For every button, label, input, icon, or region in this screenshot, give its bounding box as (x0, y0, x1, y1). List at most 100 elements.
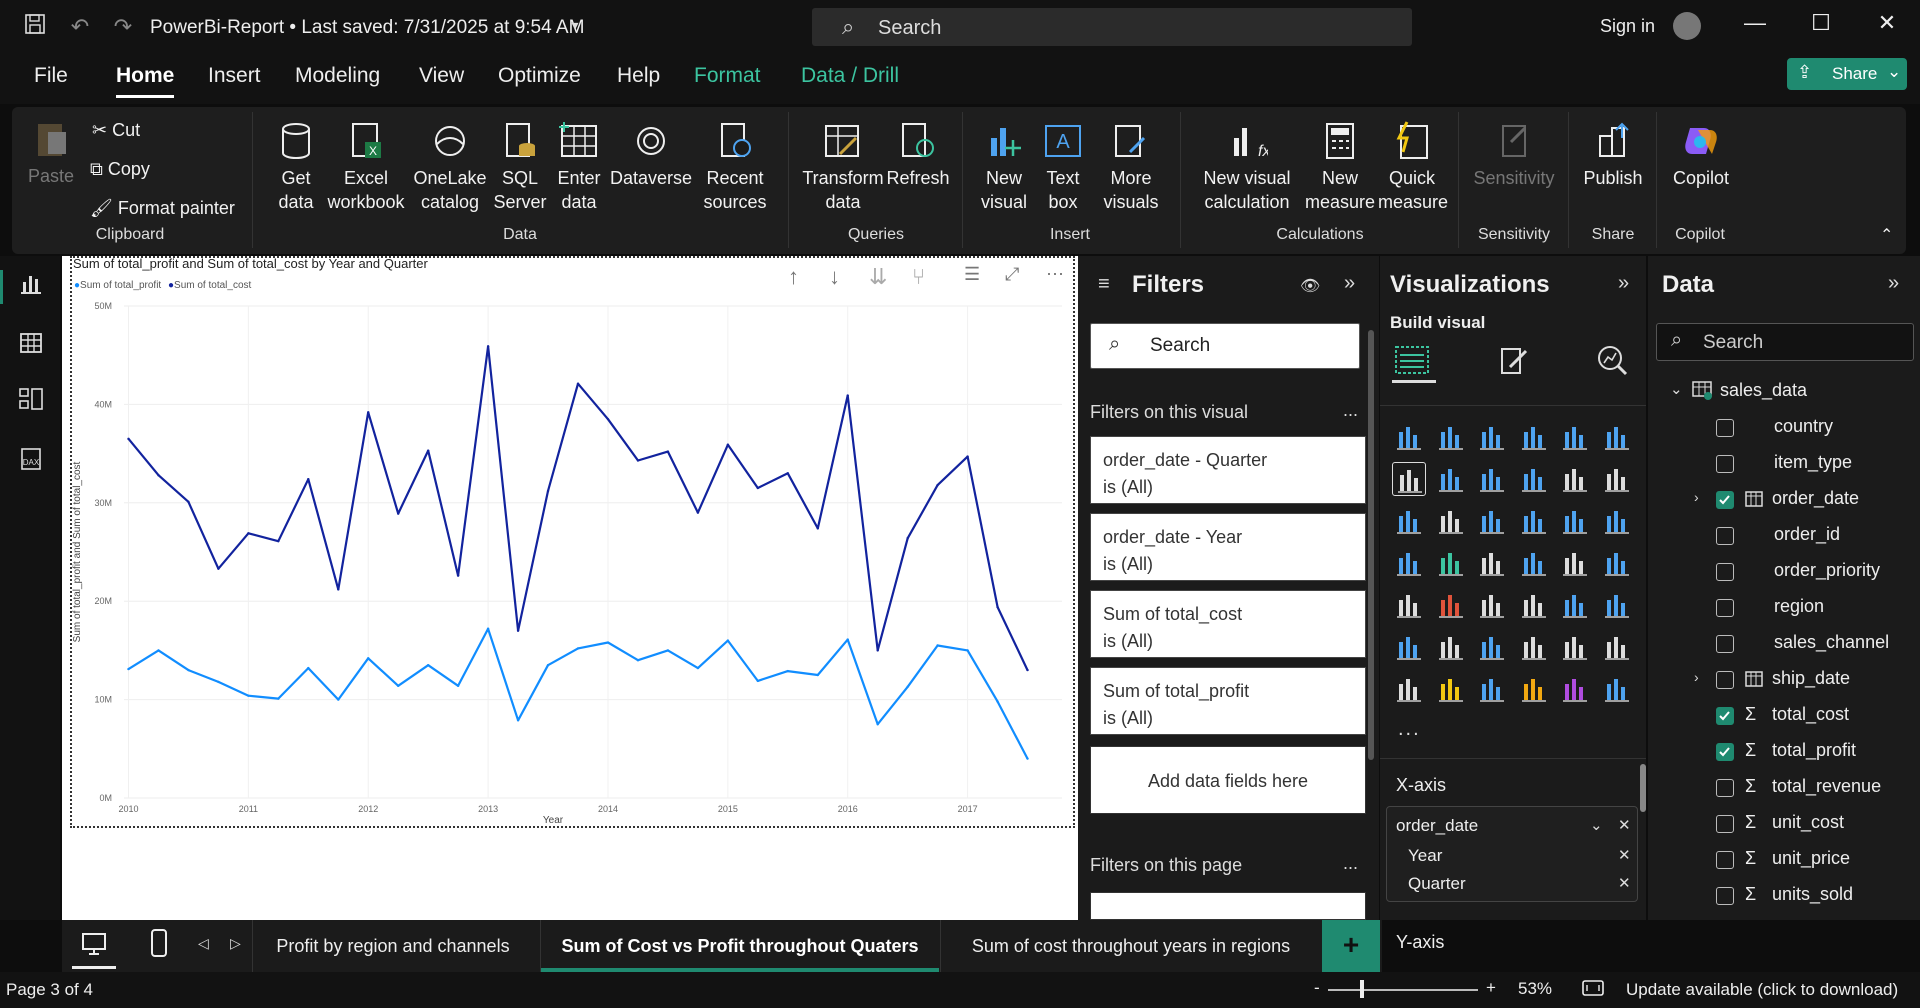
more-visuals-icon[interactable]: ... (1398, 718, 1421, 741)
scroll-tabs-left-icon[interactable]: ◁ (198, 935, 209, 952)
minimize-icon[interactable]: — (1740, 10, 1770, 36)
azure-map-icon[interactable] (1517, 546, 1551, 580)
table-visual-icon[interactable] (1517, 588, 1551, 622)
x-axis-field[interactable]: order_date (1396, 816, 1478, 836)
remove-field-icon[interactable]: ✕ (1618, 816, 1631, 834)
mobile-layout-icon[interactable] (148, 928, 170, 963)
stacked-area-chart-icon[interactable] (1475, 462, 1509, 496)
metrics-icon[interactable] (1517, 672, 1551, 706)
menu-view[interactable]: View (415, 64, 468, 98)
field-checkbox[interactable] (1716, 779, 1734, 797)
key-influencers-icon[interactable] (1434, 630, 1468, 664)
collapse-filters-icon[interactable]: » (1344, 272, 1355, 295)
field-item[interactable]: total_profit (1772, 740, 1856, 761)
field-item[interactable]: order_id (1774, 524, 1840, 545)
field-item[interactable]: item_type (1774, 452, 1852, 473)
diamond-visual-icon[interactable] (1558, 672, 1592, 706)
filled-map-icon[interactable] (1475, 546, 1509, 580)
qa-visual-icon[interactable] (1517, 630, 1551, 664)
close-icon[interactable]: ✕ (1872, 10, 1902, 36)
decomposition-tree-icon[interactable] (1475, 630, 1509, 664)
new-visual-calculation-button[interactable]: fx New visual calculation (1192, 120, 1302, 214)
field-checkbox[interactable] (1716, 851, 1734, 869)
x-axis-subfield-quarter[interactable]: Quarter (1408, 874, 1466, 894)
dax-query-view-icon[interactable]: DAX (14, 446, 48, 480)
sign-in-link[interactable]: Sign in (1600, 16, 1655, 37)
zoom-slider[interactable] (1328, 989, 1478, 991)
data-search-input[interactable]: ⌕ Search (1656, 323, 1914, 361)
field-item[interactable]: region (1774, 596, 1824, 617)
more-visuals-button[interactable]: More visuals (1094, 120, 1168, 214)
recent-sources-button[interactable]: Recent sources (694, 120, 776, 214)
report-view-icon[interactable] (14, 270, 48, 304)
viz-scrollbar[interactable] (1640, 764, 1646, 812)
scroll-tabs-right-icon[interactable]: ▷ (230, 935, 241, 952)
clustered-bar-chart-icon[interactable] (1475, 420, 1509, 454)
menu-insert[interactable]: Insert (204, 64, 265, 98)
collapse-ribbon-icon[interactable]: ⌃ (1880, 224, 1893, 248)
field-item[interactable]: unit_price (1772, 848, 1850, 869)
menu-help[interactable]: Help (613, 64, 664, 98)
format-visual-tab[interactable] (1494, 343, 1534, 382)
field-item[interactable]: country (1774, 416, 1833, 437)
more-options-icon[interactable]: ⋯ (1046, 264, 1064, 285)
menu-modeling[interactable]: Modeling (291, 64, 384, 98)
new-measure-button[interactable]: New measure (1300, 120, 1380, 214)
publish-button[interactable]: Publish (1578, 120, 1648, 190)
chevron-down-icon[interactable]: ▾ (560, 10, 590, 40)
pie-chart-icon[interactable] (1558, 504, 1592, 538)
field-item[interactable]: ship_date (1772, 668, 1850, 689)
focus-mode-icon[interactable]: ⤢ (1005, 264, 1019, 285)
menu-data-drill[interactable]: Data / Drill (797, 64, 903, 98)
python-visual-icon[interactable] (1392, 630, 1426, 664)
transform-data-button[interactable]: Transform data (798, 120, 888, 214)
filter-icon[interactable]: ☰ (964, 264, 980, 285)
analytics-tab[interactable] (1592, 343, 1632, 382)
field-item[interactable]: units_sold (1772, 884, 1853, 905)
power-apps-icon[interactable] (1434, 672, 1468, 706)
drill-up-icon[interactable]: ↑ (788, 264, 799, 290)
remove-quarter-icon[interactable]: ✕ (1618, 874, 1631, 892)
goals-icon[interactable] (1600, 630, 1634, 664)
zoom-out-button[interactable]: - (1314, 978, 1320, 998)
field-item[interactable]: total_revenue (1772, 776, 1881, 797)
zoom-slider-thumb[interactable] (1360, 980, 1364, 998)
100pct-area-chart-icon[interactable] (1517, 462, 1551, 496)
collapse-visualizations-icon[interactable]: » (1618, 272, 1629, 295)
eye-icon[interactable]: 👁 (1300, 276, 1320, 296)
field-checkbox[interactable] (1716, 527, 1734, 545)
filters-search-input[interactable]: ⌕ Search (1090, 323, 1360, 369)
chevron-down-icon[interactable]: ⌄ (1590, 816, 1603, 834)
card-visual-icon[interactable] (1600, 546, 1634, 580)
field-checkbox[interactable] (1716, 743, 1734, 761)
menu-format[interactable]: Format (690, 64, 765, 98)
filter-card[interactable]: order_date - Quarter is (All) (1090, 436, 1366, 504)
excel-workbook-button[interactable]: X Excel workbook (325, 120, 407, 214)
x-axis-subfield-year[interactable]: Year (1408, 846, 1442, 866)
smart-narrative-icon[interactable] (1558, 630, 1592, 664)
field-checkbox[interactable] (1716, 563, 1734, 581)
page-tab[interactable]: Sum of cost throughout years in regions (941, 920, 1321, 972)
enter-data-button[interactable]: Enter data (553, 120, 605, 214)
filter-card[interactable]: order_date - Year is (All) (1090, 513, 1366, 581)
chevron-right-icon[interactable]: › (1694, 489, 1699, 505)
expand-all-levels-icon[interactable]: ⇊ (869, 264, 887, 290)
filter-card[interactable]: Sum of total_profit is (All) (1090, 667, 1366, 735)
field-checkbox[interactable] (1716, 635, 1734, 653)
share-button[interactable]: ⇪ Share ⌄ (1787, 58, 1907, 90)
page-tab-active[interactable]: Sum of Cost vs Profit throughout Quaters (541, 920, 939, 972)
menu-optimize[interactable]: Optimize (494, 64, 585, 98)
copilot-button[interactable]: Copilot (1666, 120, 1736, 190)
power-automate-icon[interactable] (1475, 672, 1509, 706)
ribbon-chart-icon[interactable] (1392, 504, 1426, 538)
copy-button[interactable]: ⧉ Copy (90, 157, 150, 181)
add-data-fields-dropzone[interactable]: Add data fields here (1090, 746, 1366, 814)
collapse-data-icon[interactable]: » (1888, 272, 1899, 295)
filters-scrollbar[interactable] (1368, 330, 1374, 760)
line-chart-icon[interactable] (1392, 462, 1426, 496)
100pct-bar-chart-icon[interactable] (1558, 420, 1592, 454)
clustered-column-chart-icon[interactable] (1517, 420, 1551, 454)
table-view-icon[interactable] (14, 330, 48, 364)
gauge-icon[interactable] (1558, 546, 1592, 580)
area-chart-icon[interactable] (1434, 462, 1468, 496)
